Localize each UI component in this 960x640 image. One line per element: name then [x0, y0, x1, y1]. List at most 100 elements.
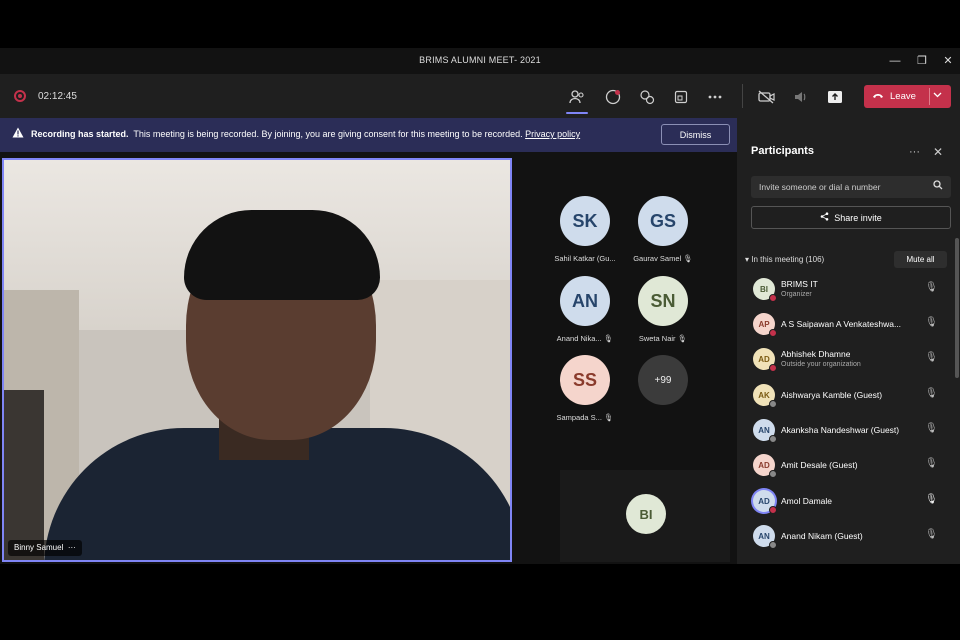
dismiss-button[interactable]: Dismiss	[661, 124, 730, 145]
share-content-icon[interactable]	[824, 86, 846, 108]
tile-avatar: BI	[626, 494, 666, 534]
tile-name: Gaurav Samel 🎙	[623, 254, 703, 263]
phone-icon	[872, 91, 884, 102]
participant-row[interactable]: AD Amol Damale 🎙	[747, 484, 952, 518]
privacy-policy-link[interactable]: Privacy policy	[525, 129, 580, 139]
tile-avatar: AN	[560, 276, 610, 326]
overflow-count: +99	[638, 355, 688, 405]
search-icon[interactable]	[933, 180, 943, 193]
participant-row[interactable]: AK Aishwarya Kamble (Guest) 🎙	[747, 378, 952, 412]
tile-name: Anand Nika... 🎙	[545, 334, 625, 343]
share-icon	[820, 212, 829, 223]
mute-all-button[interactable]: Mute all	[894, 251, 947, 268]
tile-mic-off-icon: 🎙	[603, 334, 614, 343]
leave-label: Leave	[890, 91, 916, 102]
tile-name: Sampada S... 🎙	[545, 413, 625, 422]
main-speaker-video[interactable]: Binny Samuel ···	[2, 158, 512, 562]
recording-banner: Recording has started. This meeting is b…	[0, 118, 737, 152]
participant-name: A S Saipawan A Venkateshwa...	[781, 319, 902, 329]
mic-off-icon[interactable]: 🎙	[925, 282, 938, 293]
status-busy-icon	[769, 294, 777, 302]
tile-mic-off-icon: 🎙	[677, 334, 688, 343]
participant-name: Amol Damale	[781, 496, 833, 506]
mic-off-icon[interactable]: 🎙	[925, 529, 938, 540]
invite-search-input[interactable]	[751, 176, 951, 198]
participant-tile[interactable]: GS Gaurav Samel 🎙	[623, 196, 703, 263]
close-icon[interactable]: ✕	[933, 145, 943, 159]
participant-name: Amit Desale (Guest)	[781, 460, 858, 470]
tile-avatar: SN	[638, 276, 688, 326]
speaker-name: Binny Samuel	[14, 543, 64, 552]
status-busy-icon	[769, 329, 777, 337]
participant-row[interactable]: AN Anand Nikam (Guest) 🎙	[747, 519, 952, 553]
participant-name: Akanksha Nandeshwar (Guest)	[781, 425, 900, 435]
warning-icon	[12, 127, 24, 141]
participant-row[interactable]: AD Abhishek Dhamne Outside your organiza…	[747, 342, 952, 376]
share-invite-label: Share invite	[834, 212, 882, 223]
status-offline-icon	[769, 435, 777, 443]
mic-off-icon[interactable]	[790, 86, 812, 108]
minimize-icon[interactable]: —	[887, 54, 903, 68]
recording-banner-text: Recording has started. This meeting is b…	[31, 129, 580, 139]
participant-row[interactable]: AN Akanksha Nandeshwar (Guest) 🎙	[747, 413, 952, 447]
mic-on-icon[interactable]: 🎙	[925, 494, 938, 505]
participant-tile[interactable]: SS Sampada S... 🎙	[545, 355, 625, 422]
participant-tile[interactable]: SN Sweta Nair 🎙	[623, 276, 703, 343]
tile-name-text: Gaurav Samel	[633, 254, 682, 263]
tile-avatar: SK	[560, 196, 610, 246]
window-title: BRIMS ALUMNI MEET- 2021	[419, 55, 541, 65]
speaker-name-tag: Binny Samuel ···	[8, 540, 82, 556]
participant-tile-large[interactable]: BI	[560, 470, 730, 562]
share-invite-button[interactable]: Share invite	[751, 206, 951, 229]
tile-mic-off-icon: 🎙	[604, 413, 614, 422]
recording-indicator-icon	[14, 90, 26, 102]
speaker-more-icon[interactable]: ···	[68, 543, 76, 552]
participant-tile[interactable]: AN Anand Nika... 🎙	[545, 276, 625, 343]
people-icon[interactable]	[566, 86, 588, 114]
participants-scrollbar[interactable]	[955, 238, 959, 378]
participant-tile[interactable]: SK Sahil Katkar (Gu...	[545, 196, 625, 263]
video-door	[4, 390, 44, 560]
participant-row[interactable]: AD Amit Desale (Guest) 🎙	[747, 448, 952, 482]
participant-name: Aishwarya Kamble (Guest)	[781, 390, 883, 400]
tile-avatar: GS	[638, 196, 688, 246]
mic-off-icon[interactable]: 🎙	[925, 388, 938, 399]
participant-name: Anand Nikam (Guest)	[781, 531, 863, 541]
participant-row[interactable]: AP A S Saipawan A Venkateshwa... 🎙	[747, 307, 952, 341]
toolbar-separator	[742, 84, 743, 108]
status-offline-icon	[769, 470, 777, 478]
chat-icon[interactable]	[602, 86, 624, 108]
status-offline-icon	[769, 400, 777, 408]
mic-off-icon[interactable]: 🎙	[925, 423, 938, 434]
tile-name-text: Sweta Nair	[638, 334, 676, 343]
status-busy-icon	[769, 506, 777, 514]
meeting-timer: 02:12:45	[38, 91, 77, 102]
panel-more-icon[interactable]: ···	[909, 146, 920, 158]
leave-button[interactable]: Leave	[864, 85, 951, 108]
restore-icon[interactable]: ❐	[914, 54, 930, 68]
camera-off-icon[interactable]	[756, 86, 778, 108]
reactions-icon[interactable]	[636, 86, 658, 108]
in-meeting-count: In this meeting (106)	[751, 255, 825, 264]
tile-name-text: Sampada S...	[556, 413, 602, 422]
participant-row[interactable]: BI BRIMS IT Organizer 🎙	[747, 272, 952, 306]
meeting-toolbar: 02:12:45 Leave	[0, 74, 960, 118]
mic-off-icon[interactable]: 🎙	[925, 458, 938, 469]
close-window-icon[interactable]: ✕	[940, 54, 956, 68]
tile-name: Sweta Nair 🎙	[623, 334, 703, 343]
tile-name-text: Anand Nika...	[556, 334, 602, 343]
tile-avatar: SS	[560, 355, 610, 405]
video-stage: Binny Samuel ··· SK Sahil Katkar (Gu... …	[0, 152, 737, 564]
leave-divider	[929, 88, 930, 105]
status-offline-icon	[769, 541, 777, 549]
mic-off-icon[interactable]: 🎙	[925, 352, 938, 363]
more-icon[interactable]	[704, 86, 726, 108]
share-tray-icon[interactable]	[670, 86, 692, 108]
overflow-participants-tile[interactable]: +99	[623, 355, 703, 405]
recording-banner-bold: Recording has started.	[31, 129, 129, 139]
chevron-down-icon[interactable]	[933, 90, 942, 100]
status-busy-icon	[769, 364, 777, 372]
in-meeting-section-toggle[interactable]: ▾ In this meeting (106)	[745, 255, 824, 264]
mic-off-icon[interactable]: 🎙	[925, 317, 938, 328]
title-bar: BRIMS ALUMNI MEET- 2021 — ❐ ✕	[0, 48, 960, 74]
